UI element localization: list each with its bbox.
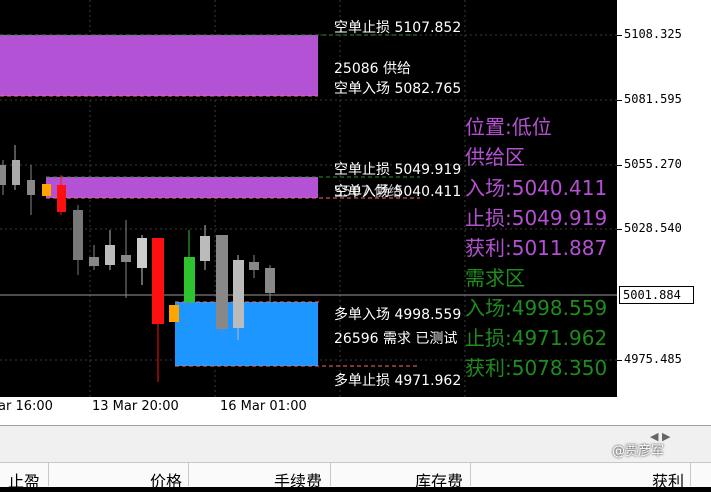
candle-17 xyxy=(249,255,259,278)
demand-mid-label: 26596 需求 已测试 xyxy=(334,331,458,347)
col-header-take-profit[interactable]: 止盈 xyxy=(8,468,40,492)
toolbox-header xyxy=(0,462,711,487)
price-tick-3: 5055.270 xyxy=(624,157,682,171)
time-label-1: ar 16:00 xyxy=(0,399,53,414)
info-supply-profit: 获利:5011.887 xyxy=(465,236,608,260)
candle-03 xyxy=(27,165,35,215)
candle-04 xyxy=(42,184,51,196)
candle-08 xyxy=(105,230,115,270)
time-axis[interactable]: ar 16:00 13 Mar 20:00 16 Mar 01:00 xyxy=(0,397,617,425)
col-header-price[interactable]: 价格 xyxy=(150,468,182,492)
candle-09 xyxy=(121,220,131,298)
toolbox-panel[interactable]: 止盈 价格 手续费 库存费 获利 xyxy=(0,425,711,491)
candle-02 xyxy=(12,145,20,190)
time-label-2: 13 Mar 20:00 xyxy=(92,399,179,414)
candle-14 xyxy=(200,225,210,270)
price-scale[interactable]: 5108.325 5081.595 5055.270 5028.540 4975… xyxy=(617,0,711,397)
col-header-profit[interactable]: 获利 xyxy=(652,468,684,492)
info-demand-entry: 入场:4998.559 xyxy=(465,296,608,320)
col-header-commission[interactable]: 手续费 xyxy=(274,468,322,492)
demand-entry-label: 多单入场 4998.559 xyxy=(334,307,462,323)
candle-16 xyxy=(233,255,244,340)
candle-18 xyxy=(265,265,275,302)
candle-10 xyxy=(137,235,147,285)
candle-01 xyxy=(0,160,6,195)
info-supply-entry: 入场:5040.411 xyxy=(465,176,608,200)
demand-stop-label: 多单止损 4971.962 xyxy=(334,373,462,389)
info-supply-stop: 止损:5049.919 xyxy=(465,206,608,230)
time-label-3: 16 Mar 01:00 xyxy=(220,399,307,414)
price-tick-2: 5081.595 xyxy=(624,92,682,106)
supply-top-mid-label: 25086 供给 xyxy=(334,61,411,77)
candle-12 xyxy=(169,305,179,322)
price-tick-4: 5028.540 xyxy=(624,221,682,235)
supply-top-stop-label: 空单止损 5107.852 xyxy=(334,20,462,36)
info-demand-title: 需求区 xyxy=(465,266,525,290)
supply-current-stop-label: 空单止损 5049.919 xyxy=(334,162,462,178)
info-position: 位置:低位 xyxy=(465,115,552,139)
scale-corner xyxy=(617,397,711,425)
supply-top-entry-label: 空单入场 5082.765 xyxy=(334,81,462,97)
watermark: @贾彦军 xyxy=(612,444,665,459)
candle-06 xyxy=(73,205,83,275)
supply-zone-current[interactable] xyxy=(46,177,318,198)
candle-15 xyxy=(216,235,228,332)
supply-current-entry-label: 空单入场 5040.411 xyxy=(334,184,462,200)
price-tick-1: 5108.325 xyxy=(624,27,682,41)
current-price-tag: 5001.884 xyxy=(619,286,694,304)
candle-13 xyxy=(184,230,195,305)
info-demand-stop: 止损:4971.962 xyxy=(465,326,608,350)
supply-zone-top[interactable] xyxy=(0,35,318,96)
toolbox-strip xyxy=(0,426,711,462)
demand-zone[interactable] xyxy=(175,302,318,366)
info-demand-profit: 获利:5078.350 xyxy=(465,356,608,380)
info-supply-title: 供给区 xyxy=(465,145,525,169)
price-tick-5: 4975.485 xyxy=(624,352,682,366)
candle-11 xyxy=(152,238,164,382)
col-header-swap[interactable]: 库存费 xyxy=(415,468,463,492)
